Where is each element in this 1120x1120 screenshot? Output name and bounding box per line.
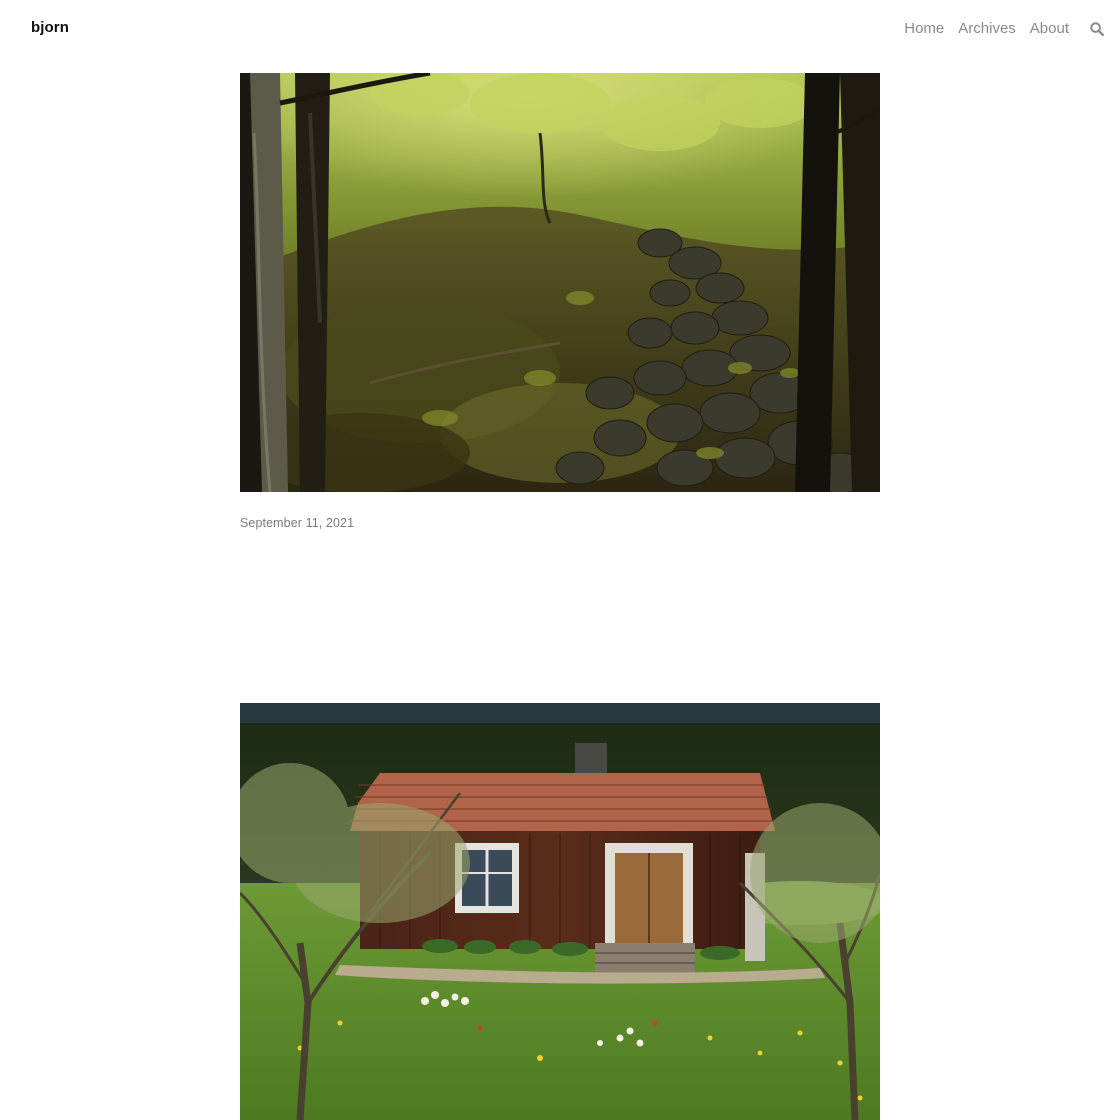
site-title-link[interactable]: bjorn [31, 19, 69, 36]
site-header: bjorn Home Archives About [0, 0, 1120, 58]
nav-home-link[interactable]: Home [904, 19, 944, 39]
nav-archives-link[interactable]: Archives [958, 19, 1016, 39]
post-date: September 11, 2021 [240, 516, 355, 530]
post-entry [240, 73, 880, 492]
post-entry [240, 703, 880, 1120]
main-nav: Home Archives About [904, 19, 1105, 39]
red-wooden-cottage-photo[interactable] [240, 703, 880, 1120]
search-icon[interactable] [1090, 22, 1105, 37]
forest-stone-wall-photo[interactable] [240, 73, 880, 492]
nav-about-link[interactable]: About [1030, 19, 1069, 39]
